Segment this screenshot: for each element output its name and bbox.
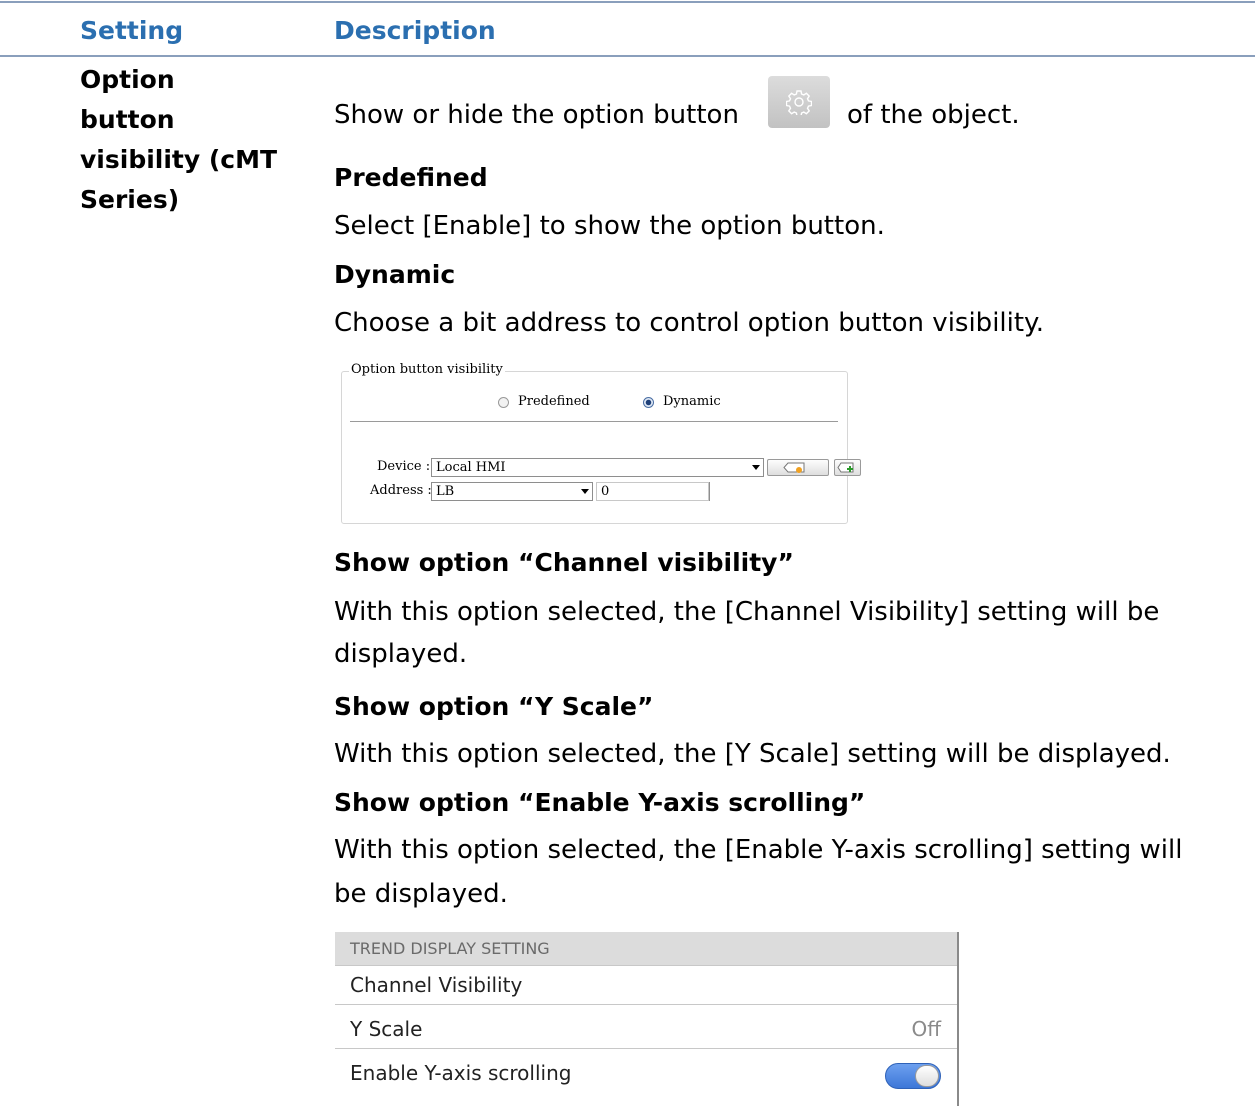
setting-name-line: button bbox=[80, 105, 175, 134]
header-description: Description bbox=[334, 16, 496, 45]
y-axis-scrolling-row: Enable Y-axis scrolling bbox=[335, 1054, 957, 1093]
setting-name-line: Option bbox=[80, 65, 175, 94]
panel-section-header: TREND DISPLAY SETTING bbox=[335, 932, 957, 966]
dynamic-text: Choose a bit address to control option b… bbox=[334, 308, 1044, 338]
dynamic-heading: Dynamic bbox=[334, 260, 456, 289]
header-rule bbox=[0, 55, 1255, 57]
top-rule bbox=[0, 1, 1255, 3]
add-icon bbox=[837, 462, 854, 473]
channel-visibility-label: Channel Visibility bbox=[350, 973, 523, 997]
predefined-text: Select [Enable] to show the option butto… bbox=[334, 211, 885, 241]
address-value: 0 bbox=[601, 484, 610, 499]
predefined-radio-label: Predefined bbox=[518, 394, 590, 409]
channel-text-2: displayed. bbox=[334, 639, 468, 669]
device-select-value: Local HMI bbox=[436, 460, 506, 475]
predefined-heading: Predefined bbox=[334, 163, 488, 192]
setting-name: Option button visibility (cMT Series) bbox=[80, 60, 280, 220]
intro-text-before: Show or hide the option button bbox=[334, 100, 739, 130]
dynamic-radio-label: Dynamic bbox=[663, 394, 721, 409]
scroll-text-2: be displayed. bbox=[334, 879, 508, 909]
group-box bbox=[341, 371, 848, 524]
address-type-value: LB bbox=[436, 484, 455, 499]
setting-name-line: Series) bbox=[80, 185, 180, 214]
header-setting: Setting bbox=[80, 16, 184, 45]
option-button-visibility-dialog: Option button visibility Predefined Dyna… bbox=[341, 362, 861, 524]
scroll-heading: Show option “Enable Y-axis scrolling” bbox=[334, 788, 866, 817]
setting-name-line: visibility (cMT bbox=[80, 145, 278, 174]
channel-text-1: With this option selected, the [Channel … bbox=[334, 597, 1160, 627]
gear-icon bbox=[786, 90, 812, 115]
channel-heading: Show option “Channel visibility” bbox=[334, 548, 794, 577]
chevron-down-icon bbox=[581, 489, 589, 494]
device-label: Device : bbox=[377, 459, 431, 474]
yscale-text: With this option selected, the [Y Scale]… bbox=[334, 739, 1171, 769]
y-scale-row[interactable]: Y Scale Off bbox=[335, 1010, 957, 1049]
tag-icon bbox=[783, 462, 805, 473]
address-type-select[interactable]: LB bbox=[431, 482, 593, 501]
device-settings-button[interactable] bbox=[767, 459, 829, 476]
device-add-button[interactable] bbox=[834, 459, 861, 476]
y-axis-scrolling-label: Enable Y-axis scrolling bbox=[350, 1061, 572, 1085]
y-scale-value: Off bbox=[911, 1017, 941, 1041]
group-title: Option button visibility bbox=[349, 362, 505, 377]
device-select[interactable]: Local HMI bbox=[431, 458, 764, 477]
chevron-down-icon bbox=[752, 465, 760, 470]
option-button-image bbox=[768, 76, 830, 128]
intro-text-after: of the object. bbox=[847, 100, 1020, 130]
address-label: Address : bbox=[370, 483, 432, 498]
dynamic-radio[interactable] bbox=[643, 397, 654, 408]
y-axis-scrolling-toggle[interactable] bbox=[885, 1063, 941, 1089]
channel-visibility-row[interactable]: Channel Visibility bbox=[335, 966, 957, 1005]
field-end-marker bbox=[709, 482, 710, 501]
scroll-text-1: With this option selected, the [Enable Y… bbox=[334, 835, 1183, 865]
panel-section-title: TREND DISPLAY SETTING bbox=[350, 939, 550, 958]
divider bbox=[350, 421, 838, 422]
toggle-knob bbox=[915, 1065, 939, 1087]
y-scale-label: Y Scale bbox=[350, 1017, 423, 1041]
panel-right-border bbox=[957, 932, 959, 1106]
yscale-heading: Show option “Y Scale” bbox=[334, 692, 654, 721]
predefined-radio[interactable] bbox=[498, 397, 509, 408]
address-value-field[interactable]: 0 bbox=[596, 482, 709, 501]
